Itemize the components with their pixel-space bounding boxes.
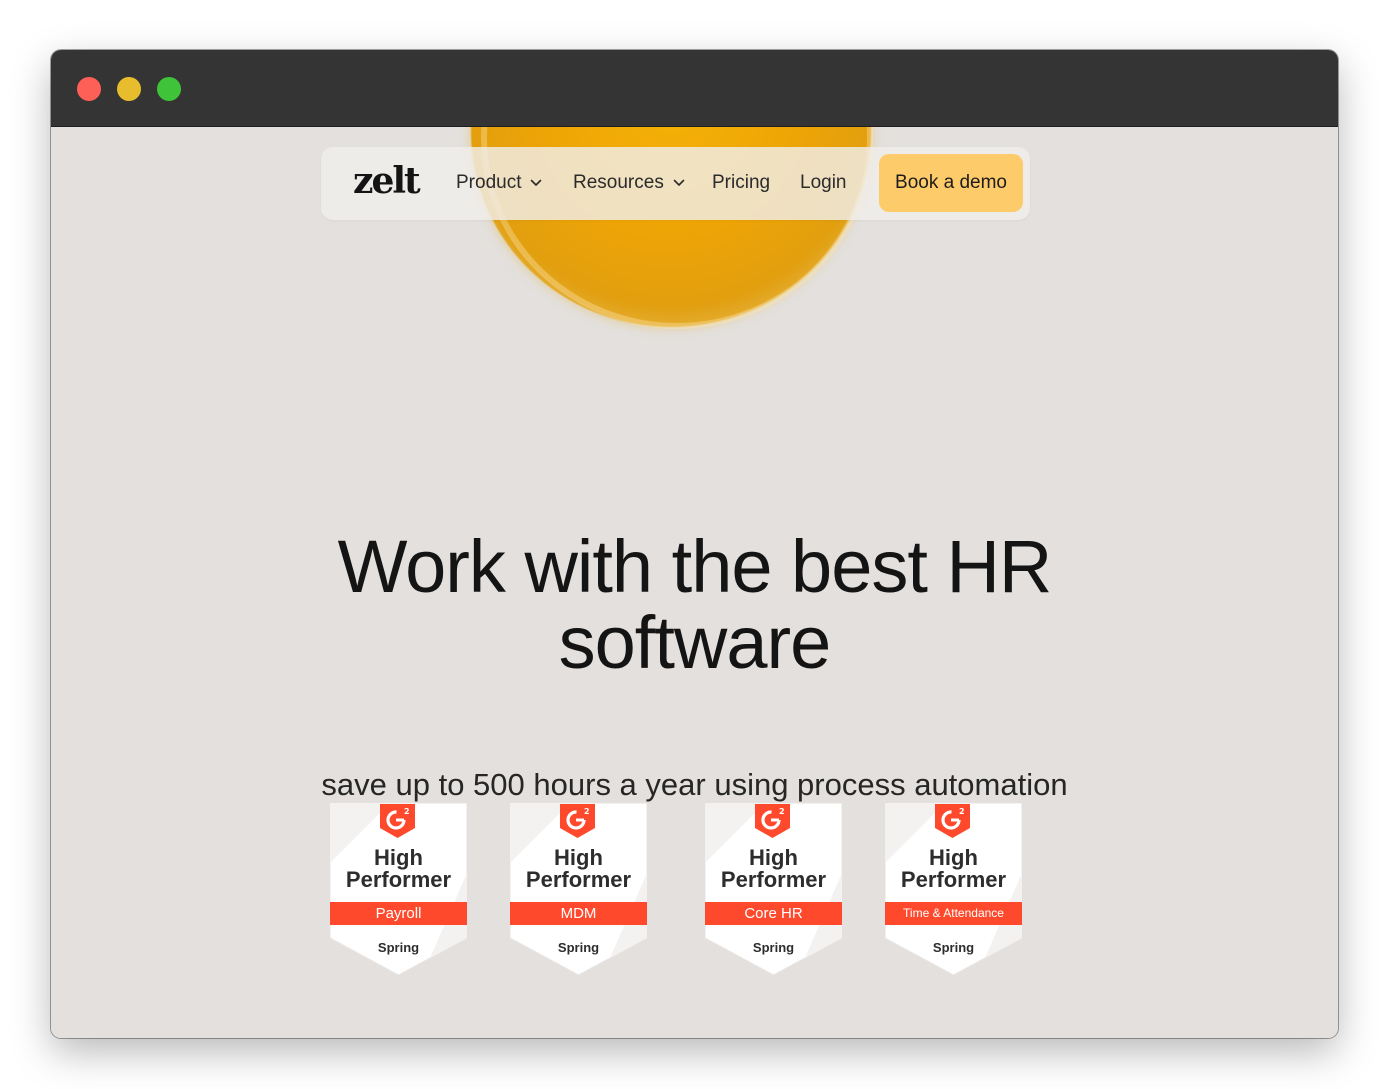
g2-logo-icon: 2 xyxy=(380,804,415,838)
page-viewport: zelt Product Resources Pricing Login Boo… xyxy=(51,127,1338,1038)
svg-text:2: 2 xyxy=(584,807,590,816)
zelt-logo[interactable]: zelt xyxy=(353,160,421,202)
badge-season: Spring xyxy=(932,940,975,955)
book-demo-button[interactable]: Book a demo xyxy=(879,154,1023,212)
nav-pricing-label: Pricing xyxy=(712,172,771,193)
badge-title-line1: High xyxy=(374,845,423,870)
maximize-window-button[interactable] xyxy=(157,77,181,101)
svg-text:2: 2 xyxy=(959,807,965,816)
g2-badge-mdm[interactable]: 2 High Performer MDM Spring xyxy=(510,803,647,975)
badge-title-line2: Performer xyxy=(900,867,1007,892)
nav-product[interactable]: Product xyxy=(456,172,542,194)
badge-season: Spring xyxy=(557,940,600,955)
badge-title: High Performer xyxy=(885,847,1022,891)
close-window-button[interactable] xyxy=(77,77,101,101)
badge-title: High Performer xyxy=(330,847,467,891)
badge-title: High Performer xyxy=(510,847,647,891)
nav-login[interactable]: Login xyxy=(800,172,847,194)
badge-category: Payroll xyxy=(330,902,467,925)
badge-title: High Performer xyxy=(705,847,842,891)
badge-title-line1: High xyxy=(929,845,978,870)
badge-title-line1: High xyxy=(554,845,603,870)
nav-resources[interactable]: Resources xyxy=(573,172,685,194)
svg-text:2: 2 xyxy=(404,807,410,816)
minimize-window-button[interactable] xyxy=(117,77,141,101)
chevron-down-icon xyxy=(673,179,685,186)
hero-headline-line1: Work with the best HR xyxy=(337,525,1053,608)
g2-badge-core-hr[interactable]: 2 High Performer Core HR Spring xyxy=(705,803,842,975)
g2-badge-payroll[interactable]: 2 High Performer Payroll Spring xyxy=(330,803,467,975)
badge-category: Core HR xyxy=(705,902,842,925)
nav-resources-label: Resources xyxy=(573,172,664,193)
badge-title-line2: Performer xyxy=(720,867,827,892)
g2-logo-icon: 2 xyxy=(935,804,970,838)
badge-title-line2: Performer xyxy=(345,867,452,892)
nav-product-label: Product xyxy=(456,172,522,193)
badge-title-line2: Performer xyxy=(525,867,632,892)
nav-login-label: Login xyxy=(800,172,847,193)
hero-subheadline: save up to 500 hours a year using proces… xyxy=(321,767,1068,802)
badge-season: Spring xyxy=(377,940,420,955)
badge-season: Spring xyxy=(752,940,795,955)
hero-headline-line2: software xyxy=(558,601,832,684)
g2-badge-time-attendance[interactable]: 2 High Performer Time & Attendance Sprin… xyxy=(885,803,1022,975)
browser-window: zelt Product Resources Pricing Login Boo… xyxy=(51,50,1338,1038)
nav-pricing[interactable]: Pricing xyxy=(712,172,770,194)
g2-logo-icon: 2 xyxy=(560,804,595,838)
badge-title-line1: High xyxy=(749,845,798,870)
chevron-down-icon xyxy=(531,179,542,186)
svg-text:2: 2 xyxy=(779,807,785,816)
badge-category: Time & Attendance xyxy=(885,902,1022,925)
window-titlebar xyxy=(51,50,1338,127)
hero-headline: Work with the best HR software xyxy=(51,529,1338,681)
top-navbar: zelt Product Resources Pricing Login Boo… xyxy=(321,147,1030,220)
g2-logo-icon: 2 xyxy=(755,804,790,838)
badge-category: MDM xyxy=(510,902,647,925)
g2-badges-row: 2 High Performer Payroll Spring 2 High P… xyxy=(51,803,1338,983)
